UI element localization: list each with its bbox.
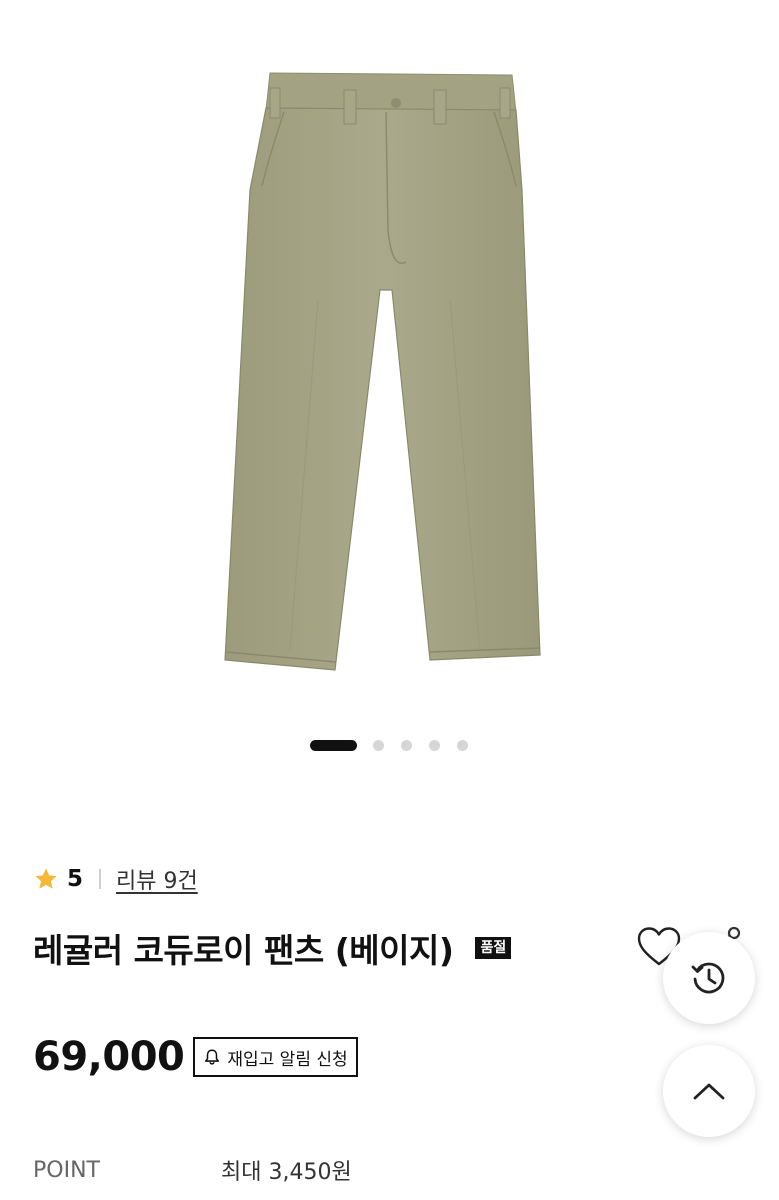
rating-summary: 5 리뷰 9건: [33, 862, 198, 896]
bell-icon: [205, 1049, 220, 1065]
chevron-up-icon: [693, 1083, 725, 1100]
history-icon: [691, 962, 725, 994]
point-info: POINT 최대 3,450원: [33, 1153, 633, 1187]
carousel-dot[interactable]: [457, 739, 468, 751]
carousel-indicator[interactable]: [310, 739, 485, 751]
product-title-row: 레귤러 코듀로이 팬츠 (베이지) 품절: [33, 922, 512, 974]
recent-viewed-button[interactable]: [663, 932, 755, 1024]
scroll-to-top-button[interactable]: [663, 1045, 755, 1137]
price-row: 69,000 재입고 알림 신청: [33, 1032, 358, 1082]
pants-illustration: [224, 72, 541, 671]
carousel-dot-active[interactable]: [310, 739, 357, 751]
soldout-badge: 품절: [475, 937, 512, 959]
carousel-dot[interactable]: [373, 739, 384, 751]
product-title: 레귤러 코듀로이 팬츠 (베이지): [33, 931, 454, 970]
rating-value: 5: [67, 866, 84, 892]
point-value: 최대 3,450원: [221, 1160, 352, 1185]
star-icon: [35, 868, 57, 889]
product-price: 69,000: [33, 1034, 185, 1080]
review-count-link[interactable]: 리뷰 9건: [116, 863, 198, 895]
product-image[interactable]: [0, 0, 779, 790]
divider: [99, 869, 102, 889]
restock-alert-label: 재입고 알림 신청: [227, 1049, 348, 1070]
carousel-dot[interactable]: [429, 739, 440, 751]
point-label: POINT: [33, 1157, 100, 1183]
carousel-dot[interactable]: [401, 739, 412, 751]
restock-alert-button[interactable]: 재입고 알림 신청: [193, 1037, 358, 1077]
